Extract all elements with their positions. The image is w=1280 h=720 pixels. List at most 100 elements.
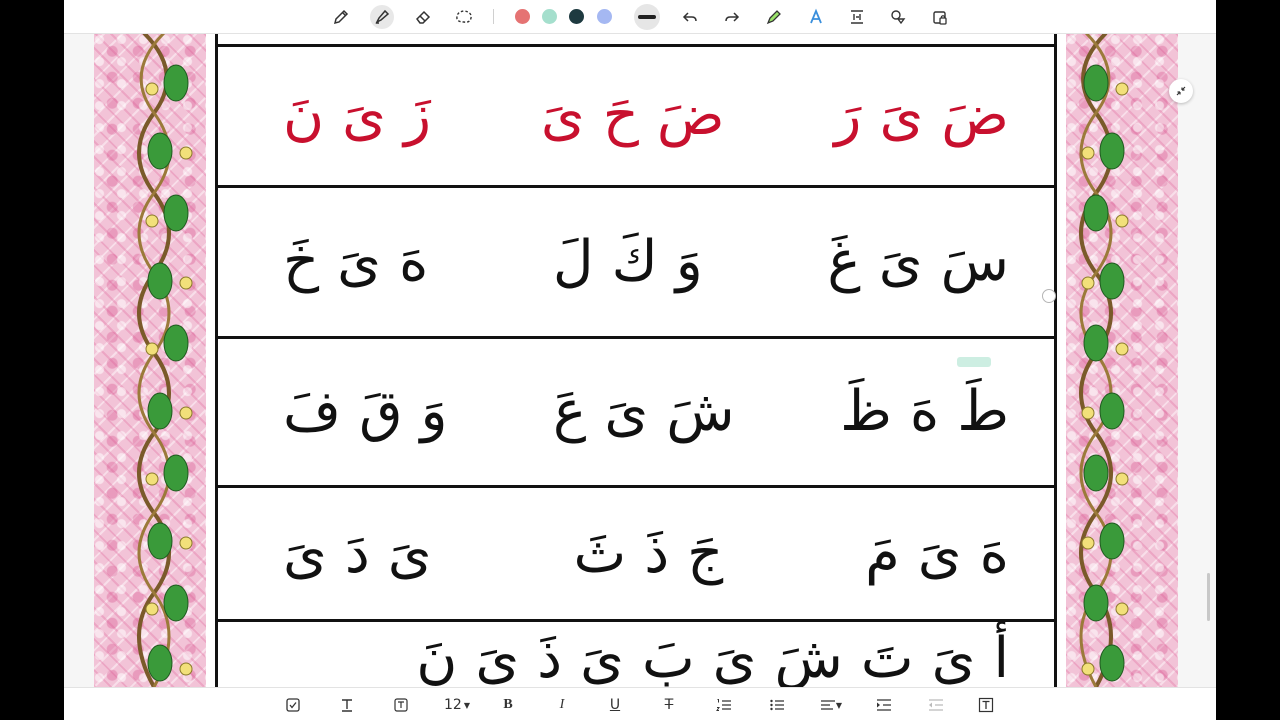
letter-group: ضَ حَ ىَ bbox=[541, 88, 725, 144]
top-toolbar bbox=[64, 0, 1216, 34]
color-mint-swatch[interactable] bbox=[542, 9, 557, 24]
italic-button[interactable]: I bbox=[554, 693, 570, 717]
arabic-letter: وَ bbox=[420, 379, 448, 444]
checkbox-icon[interactable] bbox=[284, 693, 302, 717]
letter-row-5: أَ ىَ تَ شَ ىَ بَ ىَ ذَ ىَ نَ bbox=[218, 622, 1054, 687]
eraser-icon[interactable] bbox=[411, 5, 435, 29]
collapse-icon[interactable] bbox=[1169, 79, 1193, 103]
indent-icon[interactable] bbox=[875, 693, 893, 717]
arabic-letter: أَ bbox=[993, 626, 1009, 687]
arabic-letter: ىَ bbox=[580, 626, 624, 687]
letter-group: هَ ىَ خَ bbox=[283, 234, 428, 290]
decorative-border-left bbox=[94, 33, 206, 687]
arabic-letter: ظَ bbox=[840, 379, 892, 444]
stroke-width-button[interactable] bbox=[634, 4, 660, 30]
shapes-icon[interactable] bbox=[886, 5, 910, 29]
bottom-toolbar: 12 ▼ B I U T ▼ bbox=[64, 687, 1216, 720]
letter-group: طَ هَ ظَ bbox=[840, 384, 1009, 440]
stroke-preview bbox=[638, 15, 656, 19]
lasso-icon[interactable] bbox=[452, 5, 476, 29]
pencil-icon[interactable] bbox=[329, 5, 353, 29]
letter-group: سَ ىَ غَ bbox=[827, 234, 1009, 290]
arabic-letter: قَ bbox=[359, 379, 403, 444]
letter-group: ىَ دَ ىَ bbox=[283, 520, 432, 586]
arabic-letter: حَ bbox=[602, 83, 639, 148]
arabic-letter: ذَ bbox=[537, 626, 563, 687]
strikethrough-button[interactable]: T bbox=[661, 693, 677, 717]
font-size-value: 12 bbox=[444, 697, 462, 713]
marker-icon[interactable] bbox=[762, 5, 786, 29]
bold-button[interactable]: B bbox=[500, 693, 516, 717]
chevron-down-icon: ▼ bbox=[463, 700, 470, 710]
arabic-letter: ىَ bbox=[604, 379, 649, 444]
arabic-letter: ىَ bbox=[387, 520, 432, 586]
letter-row-4: هَ ىَ مَ جَ ذَ ثَ ىَ دَ ىَ bbox=[218, 488, 1054, 619]
arabic-letter: ىَ bbox=[917, 520, 962, 586]
undo-icon[interactable] bbox=[678, 5, 702, 29]
arabic-letter: نَ bbox=[416, 626, 458, 687]
numbered-list-icon[interactable] bbox=[715, 693, 733, 717]
redo-icon[interactable] bbox=[720, 5, 744, 29]
arabic-letter: ثَ bbox=[573, 520, 627, 586]
color-periwinkle-swatch[interactable] bbox=[597, 9, 612, 24]
outdent-icon[interactable] bbox=[927, 693, 945, 717]
arabic-letter: ىَ bbox=[337, 229, 381, 294]
letter-row-2: سَ ىَ غَ وَ كَ لَ هَ ىَ خَ bbox=[218, 188, 1054, 336]
text-box-icon[interactable] bbox=[977, 693, 995, 717]
color-dark-teal-swatch[interactable] bbox=[569, 9, 584, 24]
arabic-letter: ىَ bbox=[475, 626, 520, 687]
arabic-letter: ىَ bbox=[540, 83, 585, 148]
letter-group: أَ ىَ تَ شَ ىَ بَ ىَ ذَ ىَ نَ bbox=[416, 631, 1009, 687]
arabic-letter: هَ bbox=[979, 520, 1009, 586]
italic-label: I bbox=[559, 697, 565, 712]
arabic-letter: دَ bbox=[344, 520, 370, 586]
arabic-letter: لَ bbox=[552, 229, 594, 294]
arabic-letter: كَ bbox=[611, 229, 658, 294]
underline-button[interactable]: U bbox=[607, 693, 623, 717]
font-size-select[interactable]: 12 ▼ bbox=[442, 693, 472, 717]
document-canvas[interactable]: ضَ ىَ رَ ضَ حَ ىَ زَ ىَ نَ سَ ىَ غَ وَ كَ لَ هَ ىَ خَ طَ… bbox=[64, 33, 1216, 687]
bullet-list-icon[interactable] bbox=[768, 693, 786, 717]
text-field-icon[interactable] bbox=[392, 693, 410, 717]
arabic-letter: جَ bbox=[687, 520, 724, 586]
arabic-letter: خَ bbox=[283, 229, 320, 294]
highlight-stroke bbox=[957, 357, 991, 367]
text-icon[interactable] bbox=[338, 693, 356, 717]
bold-label: B bbox=[503, 697, 513, 712]
arabic-letter: غَ bbox=[827, 229, 861, 294]
lock-icon[interactable] bbox=[928, 5, 952, 29]
arabic-letter: ىَ bbox=[878, 229, 923, 294]
arabic-letter: ذَ bbox=[644, 520, 670, 586]
arabic-letter: مَ bbox=[865, 520, 900, 586]
letter-group: وَ كَ لَ bbox=[553, 234, 703, 290]
arabic-letter: عَ bbox=[553, 379, 587, 444]
arabic-letter: ىَ bbox=[712, 626, 757, 687]
vine-ornament-left bbox=[137, 33, 193, 687]
letter-row-3: طَ هَ ظَ شَ ىَ عَ وَ قَ فَ bbox=[218, 339, 1054, 485]
letter-group: هَ ىَ مَ bbox=[865, 520, 1009, 586]
arabic-letter: ضَ bbox=[941, 83, 1009, 148]
text-style-icon[interactable] bbox=[804, 5, 828, 29]
arabic-letter: بَ bbox=[641, 626, 695, 687]
letter-group: زَ ىَ نَ bbox=[283, 88, 431, 144]
arabic-letter: طَ bbox=[957, 379, 1009, 444]
color-red-swatch[interactable] bbox=[515, 9, 530, 24]
arabic-letter: زَ bbox=[403, 83, 432, 148]
text-box-icon[interactable] bbox=[845, 5, 869, 29]
letter-group: شَ ىَ عَ bbox=[553, 384, 735, 440]
highlighter-icon[interactable] bbox=[370, 5, 394, 29]
underline-label: U bbox=[609, 697, 621, 713]
arabic-letter: ضَ bbox=[656, 83, 725, 148]
scrollbar[interactable] bbox=[1207, 573, 1210, 621]
toolbar-separator bbox=[493, 9, 494, 24]
arabic-letter: تَ bbox=[860, 626, 914, 687]
worksheet-page: ضَ ىَ رَ ضَ حَ ىَ زَ ىَ نَ سَ ىَ غَ وَ كَ لَ هَ ىَ خَ طَ… bbox=[206, 33, 1066, 687]
decorative-border-right bbox=[1066, 33, 1178, 687]
pointer-indicator bbox=[1042, 289, 1056, 303]
align-icon[interactable]: ▼ bbox=[818, 693, 844, 717]
arabic-letter: ىَ bbox=[879, 83, 924, 148]
letter-row-1: ضَ ىَ رَ ضَ حَ ىَ زَ ىَ نَ bbox=[218, 47, 1054, 185]
arabic-letter: ىَ bbox=[283, 520, 327, 586]
letter-group: ضَ ىَ رَ bbox=[834, 88, 1009, 144]
arabic-letter: رَ bbox=[834, 83, 862, 148]
